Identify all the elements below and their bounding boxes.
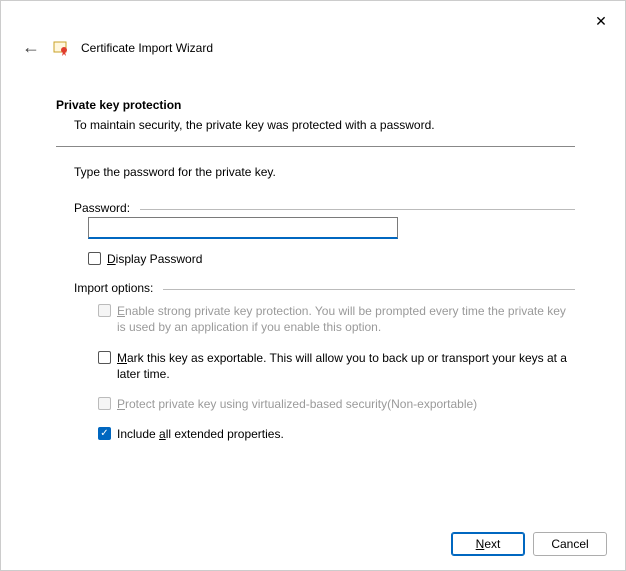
cancel-button[interactable]: Cancel bbox=[533, 532, 607, 556]
wizard-header: ← Certificate Import Wizard bbox=[1, 1, 625, 68]
wizard-title: Certificate Import Wizard bbox=[81, 41, 213, 55]
section-description: To maintain security, the private key wa… bbox=[74, 118, 575, 132]
import-options-line bbox=[163, 289, 575, 290]
password-group: Password: Display Password bbox=[74, 201, 575, 267]
mark-exportable-label: Mark this key as exportable. This will a… bbox=[117, 350, 571, 382]
include-extended-label: Include all extended properties. bbox=[117, 426, 284, 442]
wizard-window: ✕ ← Certificate Import Wizard Private ke… bbox=[0, 0, 626, 571]
section-title: Private key protection bbox=[56, 98, 575, 112]
instruction-text: Type the password for the private key. bbox=[74, 165, 575, 179]
wizard-footer: Next Cancel bbox=[451, 532, 607, 556]
back-arrow-icon: ← bbox=[22, 37, 40, 57]
back-button[interactable]: ← bbox=[21, 37, 41, 58]
import-options-group: Import options: Enable strong private ke… bbox=[74, 281, 575, 442]
certificate-icon bbox=[53, 40, 69, 56]
enable-strong-protection-checkbox bbox=[98, 304, 111, 317]
next-button[interactable]: Next bbox=[451, 532, 525, 556]
password-group-line bbox=[140, 209, 575, 210]
enable-strong-protection-label: Enable strong private key protection. Yo… bbox=[117, 303, 571, 335]
password-label: Password: bbox=[74, 201, 134, 215]
import-options-label: Import options: bbox=[74, 281, 157, 295]
password-input[interactable] bbox=[88, 217, 398, 239]
wizard-content: Private key protection To maintain secur… bbox=[1, 68, 625, 442]
display-password-text: isplay Password bbox=[116, 252, 203, 266]
close-button[interactable]: ✕ bbox=[583, 7, 619, 35]
divider bbox=[56, 146, 575, 147]
protect-virtualized-label: Protect private key using virtualized-ba… bbox=[117, 396, 477, 412]
protect-virtualized-checkbox bbox=[98, 397, 111, 410]
include-extended-checkbox[interactable]: ✓ bbox=[98, 427, 111, 440]
mark-exportable-checkbox[interactable] bbox=[98, 351, 111, 364]
display-password-label: Display Password bbox=[107, 251, 202, 267]
close-icon: ✕ bbox=[595, 13, 607, 30]
display-password-checkbox[interactable] bbox=[88, 252, 101, 265]
